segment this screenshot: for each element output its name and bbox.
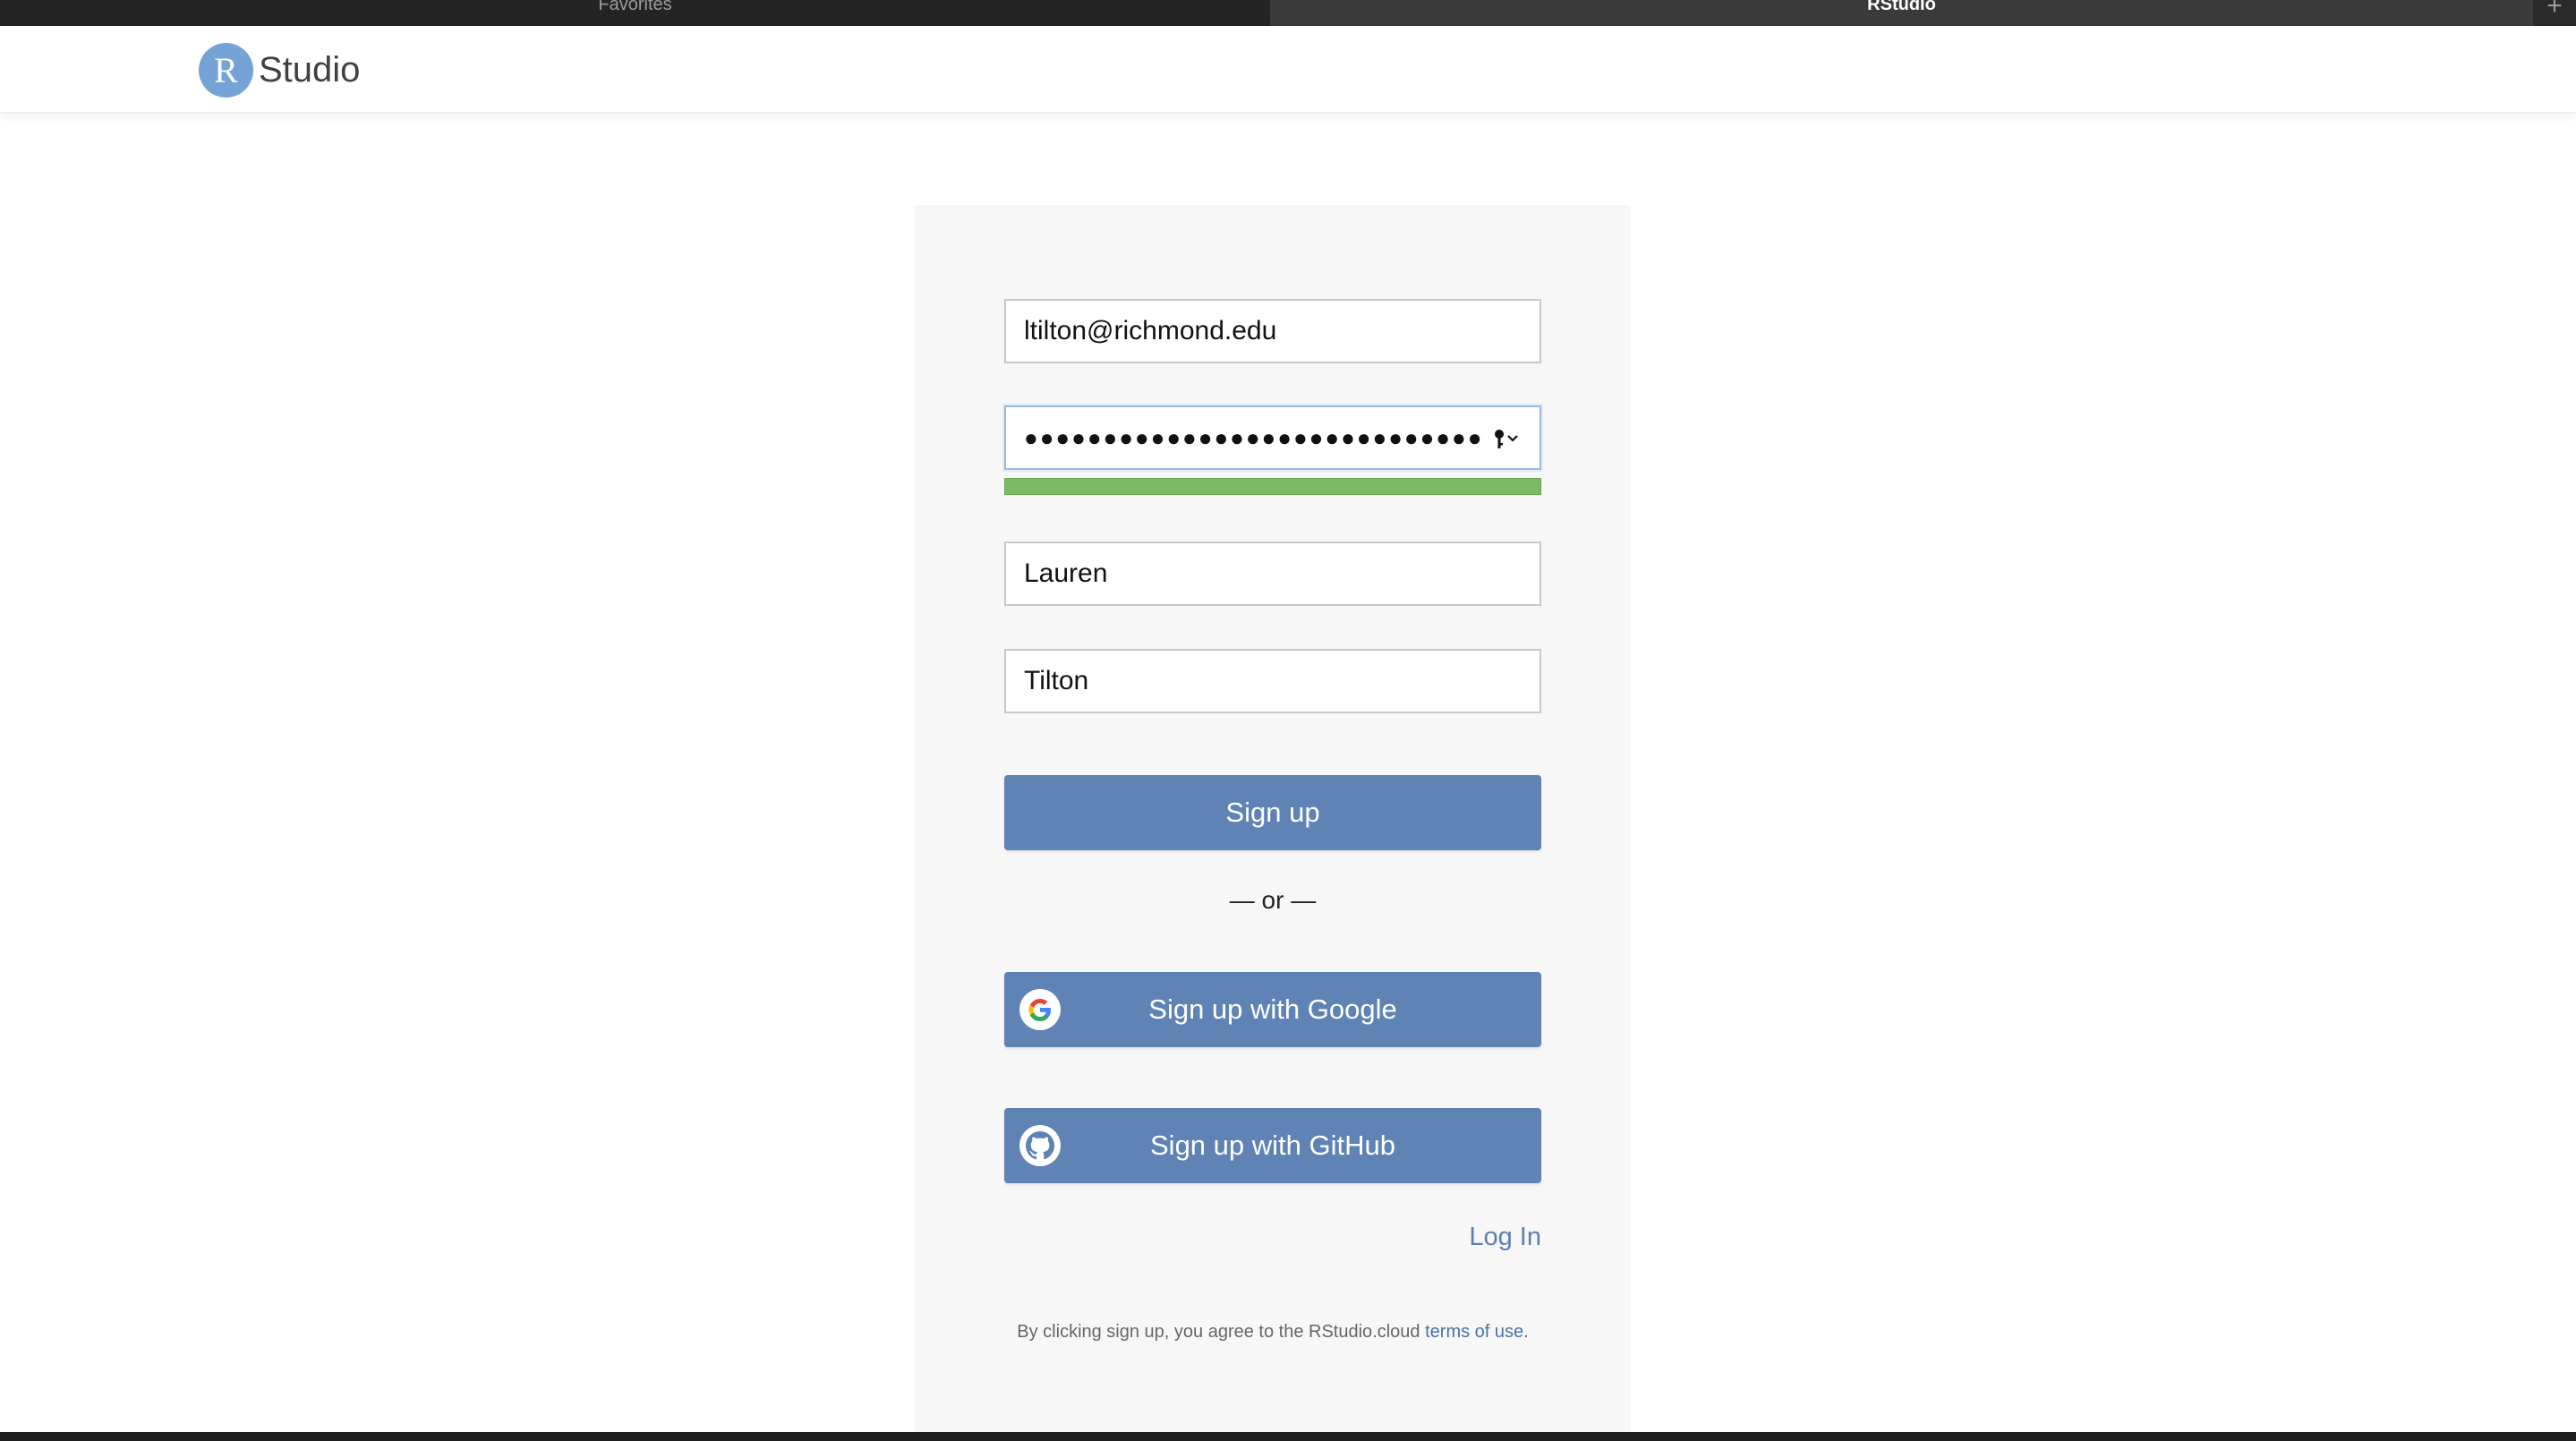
email-value: ltilton@richmond.edu xyxy=(1024,316,1277,345)
google-signup-label: Sign up with Google xyxy=(1148,993,1397,1025)
password-field[interactable]: ●●●●●●●●●●●●●●●●●●●●●●●●●●●●● xyxy=(1004,405,1541,470)
browser-tab-bar: Favorites RStudio + xyxy=(0,0,2576,26)
first-name-field[interactable]: Lauren xyxy=(1004,541,1541,606)
google-signup-button[interactable]: Sign up with Google xyxy=(1004,972,1541,1047)
rstudio-logo[interactable]: R Studio xyxy=(199,43,360,98)
google-logo-icon xyxy=(1019,989,1061,1030)
terms-of-use-link[interactable]: terms of use xyxy=(1425,1322,1523,1342)
window-bottom-edge xyxy=(0,1432,2576,1441)
login-link[interactable]: Log In xyxy=(1362,1223,1541,1252)
tab-rstudio-label: RStudio xyxy=(1867,0,1936,14)
last-name-value: Tilton xyxy=(1024,666,1089,695)
github-signup-label: Sign up with GitHub xyxy=(1150,1130,1395,1161)
tab-favorites-label: Favorites xyxy=(598,0,672,14)
logo-text: Studio xyxy=(259,50,361,90)
or-divider: — or — xyxy=(1229,886,1317,914)
signup-button[interactable]: Sign up xyxy=(1004,775,1541,850)
terms-prefix: By clicking sign up, you agree to the RS… xyxy=(1017,1322,1426,1342)
key-icon[interactable] xyxy=(1493,427,1522,452)
terms-suffix: . xyxy=(1523,1322,1529,1342)
site-header: R Studio xyxy=(0,26,2576,113)
password-mask: ●●●●●●●●●●●●●●●●●●●●●●●●●●●●● xyxy=(1024,423,1484,451)
logo-circle-icon: R xyxy=(199,43,253,98)
plus-icon: + xyxy=(2546,0,2563,21)
github-logo-icon xyxy=(1019,1125,1061,1166)
first-name-value: Lauren xyxy=(1024,558,1108,588)
email-field[interactable]: ltilton@richmond.edu xyxy=(1004,299,1541,363)
new-tab-button[interactable]: + xyxy=(2531,0,2576,26)
last-name-field[interactable]: Tilton xyxy=(1004,649,1541,713)
tab-rstudio[interactable]: RStudio xyxy=(1272,0,2531,26)
signup-button-label: Sign up xyxy=(1225,797,1320,828)
password-strength-bar xyxy=(1004,478,1541,495)
terms-notice: By clicking sign up, you agree to the RS… xyxy=(915,1322,1631,1343)
tab-favorites[interactable]: Favorites xyxy=(0,0,1272,26)
github-signup-button[interactable]: Sign up with GitHub xyxy=(1004,1108,1541,1183)
